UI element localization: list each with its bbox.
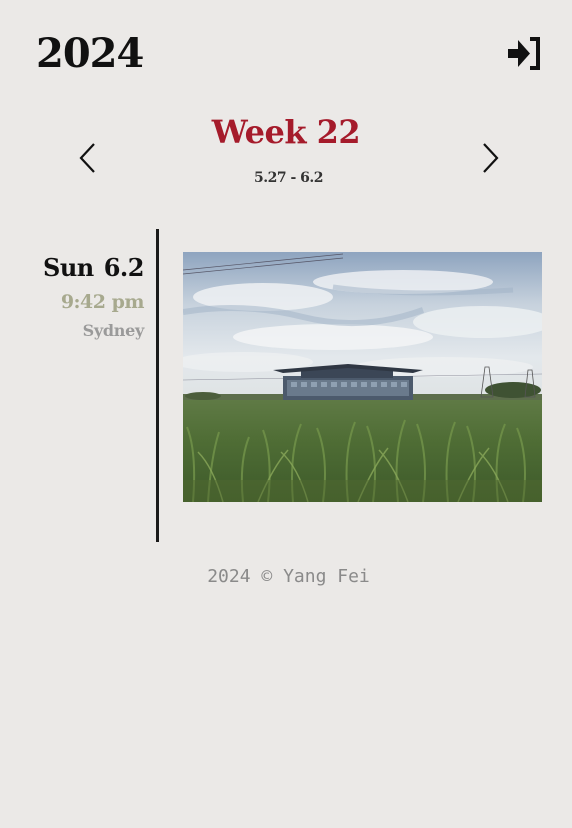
entry-time: 9:42 pm — [60, 291, 145, 313]
timeline-divider — [156, 229, 159, 542]
footer-copyright: 2024 © Yang Fei — [207, 566, 370, 587]
entry-location: Sydney — [82, 321, 145, 340]
entry-date: Sun 6.2 — [43, 253, 145, 282]
sign-in-button[interactable] — [506, 34, 542, 72]
sign-in-icon — [508, 37, 540, 70]
next-week-button[interactable] — [478, 140, 502, 176]
chevron-right-icon — [483, 143, 499, 173]
year-title: 2024 — [36, 30, 144, 77]
entry-day: 6.2 — [103, 253, 145, 282]
entry-photo[interactable] — [183, 252, 542, 502]
entry-weekday: Sun — [43, 253, 94, 282]
landscape-photo — [183, 252, 542, 502]
